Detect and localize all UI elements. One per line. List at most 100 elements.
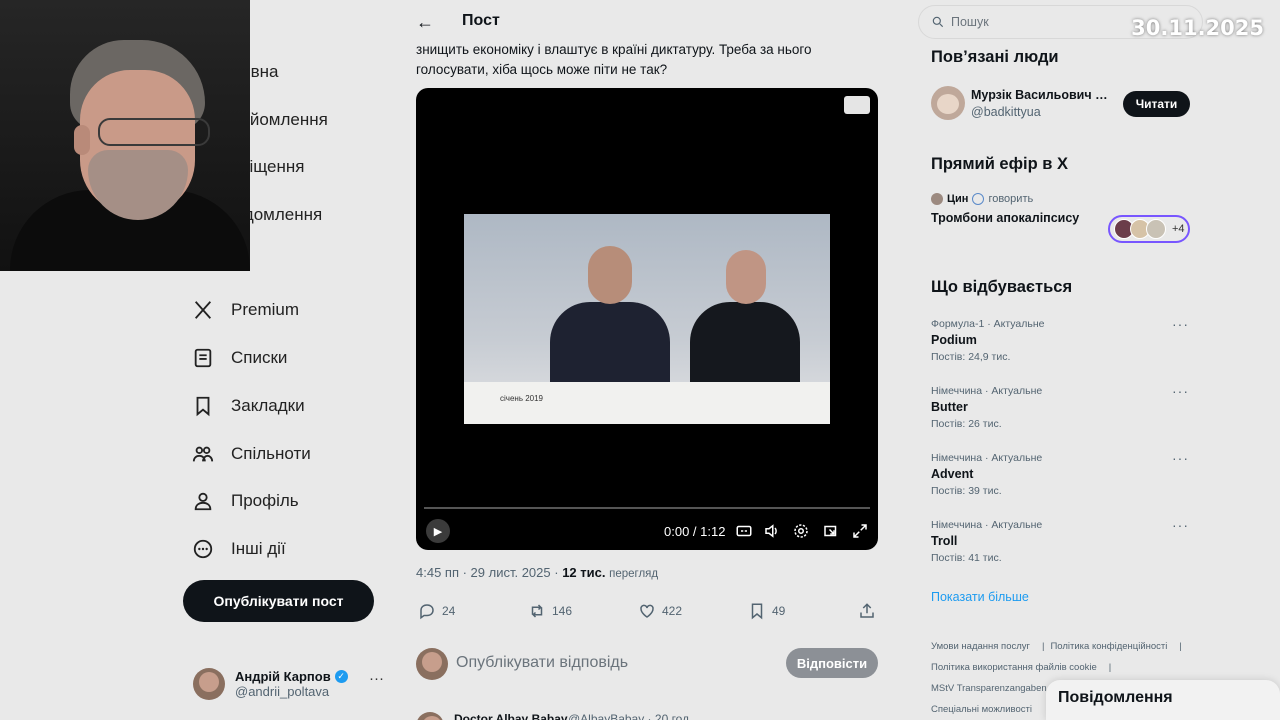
- more-icon[interactable]: ···: [369, 670, 384, 687]
- post-button[interactable]: Опублікувати пост: [183, 580, 374, 622]
- captions-icon[interactable]: [734, 521, 754, 541]
- related-people-title: Пов’язані люди: [931, 48, 1059, 66]
- like-action[interactable]: 422: [638, 602, 682, 620]
- post-actions: 24 146 422 49: [416, 602, 878, 626]
- nav-label: Спільноти: [231, 444, 311, 463]
- more-icon[interactable]: ···: [1172, 517, 1189, 533]
- avatar: [931, 193, 943, 205]
- trend-item[interactable]: Формула-1 · Актуальне Podium Постів: 24,…: [931, 316, 1193, 374]
- video-player[interactable]: січень 2019 ▶ 0:00 / 1:12: [416, 88, 878, 550]
- next-reply-preview[interactable]: Doctor Albay Babay @AlbayBabay · 20 год: [416, 710, 878, 720]
- view-label: перегляд: [609, 568, 659, 580]
- post-meta: 4:45 пп · 29 лист. 2025 · 12 тис. перегл…: [416, 565, 658, 580]
- nav-more[interactable]: Інші дії: [183, 529, 383, 569]
- more-icon[interactable]: ···: [1172, 383, 1189, 399]
- right-sidebar: Пошук Пов’язані люди Мурзік Васильович п…: [918, 0, 1208, 720]
- reply-author-handle: @AlbayBabay · 20 год: [568, 712, 690, 720]
- page-title: Пост: [462, 12, 500, 29]
- nav-label: Premium: [231, 300, 300, 319]
- settings-gear-icon[interactable]: [791, 521, 811, 541]
- space-host-row: Цин говорить: [931, 193, 1193, 205]
- video-frame: січень 2019: [464, 214, 830, 424]
- trends-title: Що відбувається: [931, 278, 1073, 296]
- show-more-link[interactable]: Показати більше: [931, 590, 1029, 604]
- back-arrow-icon[interactable]: ←: [416, 12, 434, 33]
- pip-icon[interactable]: [821, 521, 841, 541]
- person-handle: @badkittyua: [971, 105, 1041, 119]
- more-icon[interactable]: ···: [1172, 450, 1189, 466]
- trend-name: Podium: [931, 333, 977, 347]
- footer-link[interactable]: Політика використання файлів cookie: [931, 662, 1097, 673]
- globe-icon: [972, 193, 985, 205]
- space-host: Цин: [947, 193, 969, 205]
- bookmark-icon: [751, 603, 763, 620]
- nav-lists[interactable]: Списки: [183, 338, 383, 378]
- listener-extra: +4: [1172, 223, 1185, 235]
- nav-label: Закладки: [231, 396, 305, 415]
- video-progress-bar[interactable]: [424, 507, 870, 509]
- like-count: 422: [662, 604, 683, 618]
- reply-icon: [420, 604, 434, 620]
- person-name: Мурзік Васильович п...: [971, 88, 1111, 102]
- reply-button[interactable]: Відповісти: [786, 648, 878, 678]
- video-caption: січень 2019: [500, 394, 543, 403]
- nav-bookmarks[interactable]: Закладки: [183, 386, 383, 426]
- related-person[interactable]: Мурзік Васильович п... @badkittyua Читат…: [931, 86, 1193, 122]
- bookmark-action[interactable]: 49: [748, 602, 785, 620]
- messages-drawer[interactable]: Повідомлення: [1046, 680, 1280, 720]
- trend-name: Troll: [931, 534, 958, 548]
- more-circle-icon: [191, 537, 215, 561]
- nav-label: Профіль: [231, 491, 299, 510]
- repost-icon: [531, 604, 543, 618]
- play-icon[interactable]: ▶: [426, 519, 450, 543]
- main-column: ← Пост знищить економіку і влаштує в кра…: [400, 0, 894, 720]
- footer-link[interactable]: Умови надання послуг: [931, 641, 1030, 652]
- video-time: 0:00 / 1:12: [664, 524, 726, 539]
- trend-context: Німеччина · Актуальне: [931, 519, 1043, 531]
- person-icon: [191, 489, 215, 513]
- account-handle: @andrii_poltava: [235, 684, 330, 699]
- post-text: знищить економіку і влаштує в країні дик…: [416, 42, 812, 77]
- nav-premium[interactable]: Premium: [183, 290, 383, 330]
- bookmark-icon: [191, 394, 215, 418]
- communities-icon: [191, 442, 215, 466]
- reply-action[interactable]: 24: [418, 602, 455, 620]
- avatar: [416, 648, 448, 680]
- nav-profile[interactable]: Профіль: [183, 481, 383, 521]
- date-overlay: 30.11.2025: [1131, 16, 1264, 40]
- trend-context: Німеччина · Актуальне: [931, 385, 1043, 397]
- account-name-row: Андрій Карпов ✓: [235, 669, 348, 684]
- verified-icon: ✓: [334, 670, 348, 683]
- nav-label: Інші дії: [231, 539, 286, 558]
- share-action[interactable]: [858, 602, 876, 620]
- trend-item[interactable]: Німеччина · Актуальне Troll Постів: 41 т…: [931, 517, 1193, 575]
- follow-button[interactable]: Читати: [1123, 91, 1190, 117]
- repost-action[interactable]: 146: [528, 602, 572, 620]
- view-count: 12 тис.: [562, 565, 606, 580]
- more-icon[interactable]: ···: [1172, 316, 1189, 332]
- trend-item[interactable]: Німеччина · Актуальне Advent Постів: 39 …: [931, 450, 1193, 508]
- trend-count: Постів: 41 тис.: [931, 552, 1002, 564]
- space-listeners[interactable]: +4: [1108, 215, 1190, 243]
- reply-input[interactable]: Опублікувати відповідь: [456, 654, 628, 672]
- nav-communities[interactable]: Спільноти: [183, 434, 383, 474]
- live-space-card[interactable]: Цин говорить Тромбони апокаліпсису +4: [931, 193, 1193, 243]
- trend-item[interactable]: Німеччина · Актуальне Butter Постів: 26 …: [931, 383, 1193, 441]
- account-switcher[interactable]: Андрій Карпов ✓ @andrii_poltava ···: [193, 664, 393, 704]
- share-icon: [860, 603, 874, 618]
- account-name: Андрій Карпов: [235, 669, 331, 684]
- trend-name: Butter: [931, 400, 968, 414]
- footer-link[interactable]: Спеціальні можливості: [931, 704, 1032, 715]
- list-icon: [191, 346, 215, 370]
- footer-link[interactable]: MStV Transparenzangaben: [931, 683, 1047, 694]
- trend-context: Формула-1 · Актуальне: [931, 318, 1045, 330]
- reply-author-name: Doctor Albay Babay: [454, 712, 568, 720]
- space-status: говорить: [988, 193, 1034, 205]
- volume-icon[interactable]: [762, 521, 782, 541]
- trend-name: Advent: [931, 467, 974, 481]
- post-header: ← Пост: [400, 0, 894, 44]
- search-placeholder: Пошук: [951, 15, 989, 29]
- heart-icon: [640, 604, 654, 618]
- footer-link[interactable]: Політика конфіденційності: [1050, 641, 1167, 652]
- fullscreen-icon[interactable]: [850, 521, 870, 541]
